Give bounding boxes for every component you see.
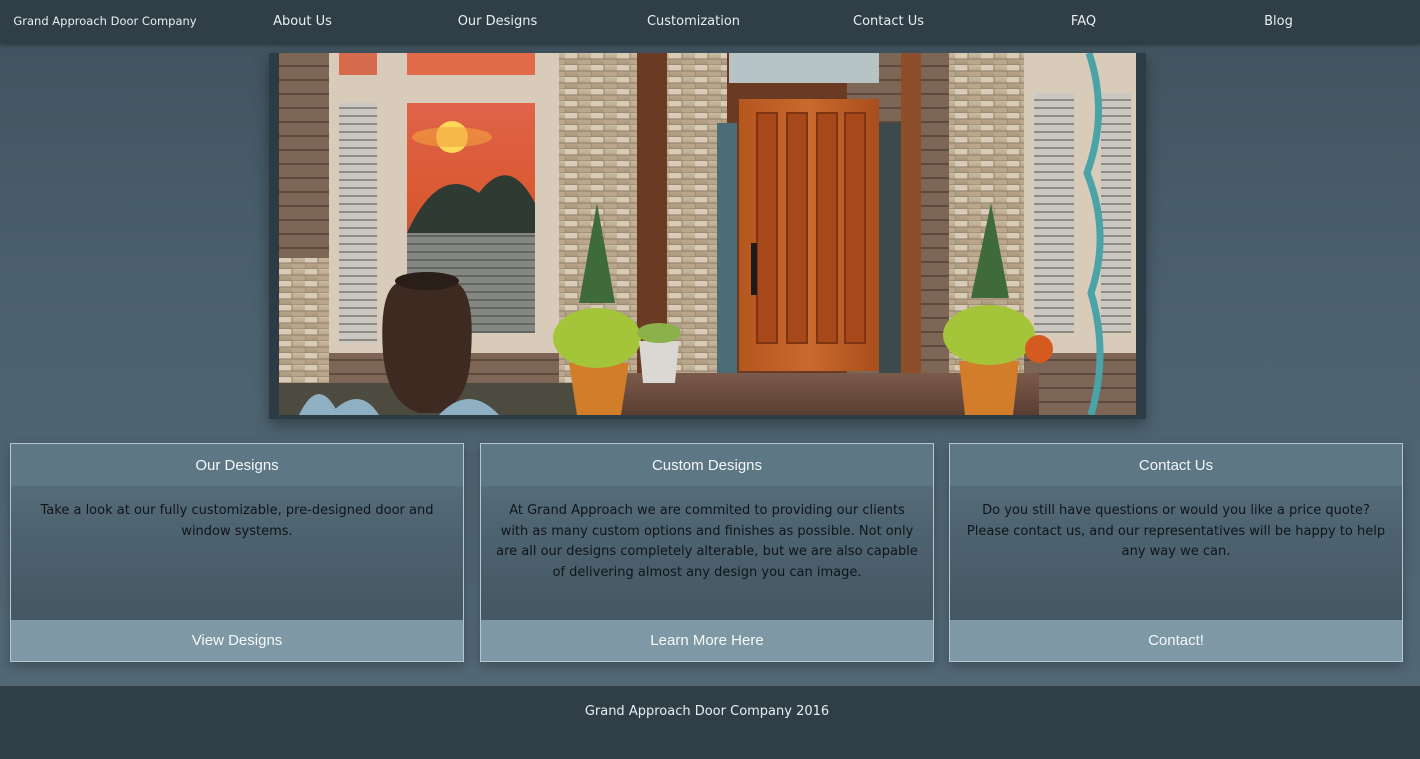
card-description: Do you still have questions or would you… (966, 503, 1386, 559)
contact-button[interactable]: Contact! (950, 620, 1402, 661)
card-title: Contact Us (950, 444, 1402, 486)
nav-customization[interactable]: Customization (596, 0, 791, 43)
nav-about-us[interactable]: About Us (205, 0, 400, 43)
card-title: Our Designs (11, 444, 463, 486)
view-designs-button[interactable]: View Designs (11, 620, 463, 661)
top-navbar: Grand Approach Door Company About Us Our… (0, 0, 1420, 43)
card-contact-us: Contact Us Do you still have questions o… (949, 443, 1403, 662)
card-custom-designs: Custom Designs At Grand Approach we are … (480, 443, 934, 662)
nav-our-designs[interactable]: Our Designs (400, 0, 595, 43)
footer-copyright: Grand Approach Door Company 2016 (584, 704, 830, 719)
nav-contact-us[interactable]: Contact Us (791, 0, 986, 43)
hero-house-door-image (279, 53, 1136, 415)
nav-faq[interactable]: FAQ (986, 0, 1181, 43)
card-title: Custom Designs (481, 444, 933, 486)
learn-more-button[interactable]: Learn More Here (481, 620, 933, 661)
card-description: At Grand Approach we are commited to pro… (496, 503, 918, 580)
nav-blog[interactable]: Blog (1181, 0, 1376, 43)
card-our-designs: Our Designs Take a look at our fully cus… (10, 443, 464, 662)
hero-image-frame (269, 53, 1146, 419)
brand-link[interactable]: Grand Approach Door Company (10, 0, 200, 43)
page-footer: Grand Approach Door Company 2016 (0, 686, 1420, 759)
card-description: Take a look at our fully customizable, p… (40, 503, 434, 539)
